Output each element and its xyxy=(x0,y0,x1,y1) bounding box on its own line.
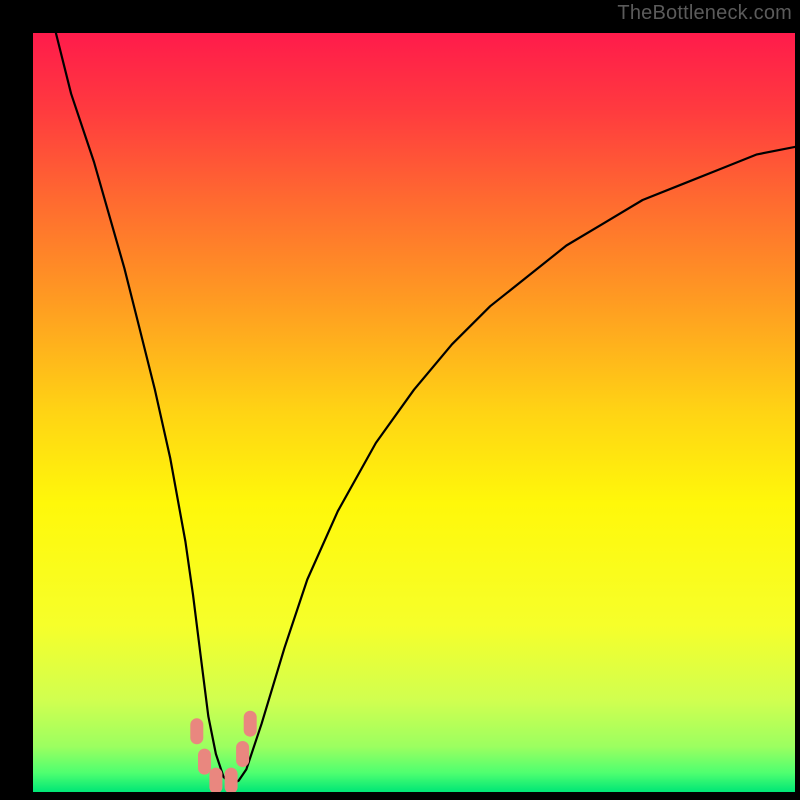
data-marker xyxy=(244,711,257,737)
data-marker xyxy=(209,768,222,792)
bottleneck-curve-chart xyxy=(33,33,795,792)
data-marker xyxy=(236,741,249,767)
watermark-text: TheBottleneck.com xyxy=(617,2,792,25)
gradient-background xyxy=(33,33,795,792)
chart-frame: TheBottleneck.com xyxy=(0,0,800,800)
data-marker xyxy=(198,749,211,775)
plot-area xyxy=(33,33,795,792)
data-marker xyxy=(190,718,203,744)
data-marker xyxy=(225,768,238,792)
